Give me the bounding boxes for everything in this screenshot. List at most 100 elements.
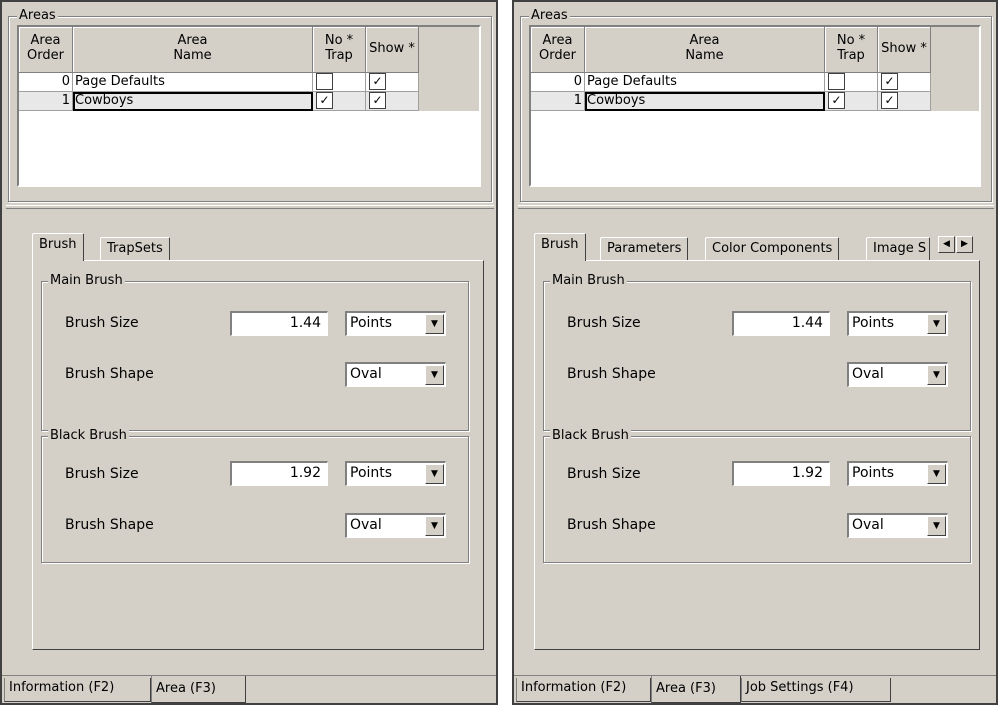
row1-no-trap-cell: ✓: [313, 92, 366, 111]
black-brush-group: Black Brush Brush Size 1.92 Points ▼ Bru…: [41, 428, 469, 563]
tab-area[interactable]: Area (F3): [151, 676, 246, 703]
header-area-name-line2: Name: [685, 48, 724, 63]
row0-show-cell: ✓: [878, 73, 931, 92]
row0-no-trap-cell: [313, 73, 366, 92]
main-brush-shape-select[interactable]: Oval ▼: [847, 362, 948, 387]
check-icon: ✓: [884, 93, 895, 107]
left-area-panel: Areas Area Order Area Name No * Trap Sho…: [0, 0, 498, 705]
splitter[interactable]: [518, 205, 994, 209]
header-no-trap[interactable]: No * Trap: [313, 27, 366, 73]
tab-brush[interactable]: Brush: [32, 233, 84, 261]
areas-group: Areas Area Order Area Name No * Trap Sho…: [8, 8, 492, 202]
tab-scroll-right-icon[interactable]: ▶: [956, 236, 973, 253]
tab-color-components[interactable]: Color Components: [705, 237, 840, 261]
black-brush-shape-select[interactable]: Oval ▼: [847, 513, 948, 538]
header-show-label: Show *: [881, 41, 927, 56]
header-show-label: Show *: [369, 41, 415, 56]
tab-trapsets[interactable]: TrapSets: [100, 237, 170, 261]
header-area-order[interactable]: Area Order: [19, 27, 73, 73]
row0-show-checkbox[interactable]: ✓: [881, 73, 898, 90]
main-brush-shape-label: Brush Shape: [567, 366, 656, 382]
header-area-name-line2: Name: [173, 48, 212, 63]
bottom-tab-line: [2, 675, 496, 676]
chevron-down-icon[interactable]: ▼: [927, 464, 946, 484]
check-icon: ✓: [319, 93, 330, 107]
row1-show-checkbox[interactable]: ✓: [369, 92, 386, 109]
right-area-panel: Areas Area Order Area Name No * Trap Sho…: [512, 0, 998, 705]
chevron-down-icon[interactable]: ▼: [425, 365, 444, 385]
header-area-name-line1: Area: [689, 33, 720, 48]
header-show[interactable]: Show *: [366, 27, 419, 73]
main-brush-unit-select[interactable]: Points ▼: [847, 311, 948, 336]
areas-grid[interactable]: Area Order Area Name No * Trap Show * 0 …: [529, 25, 981, 187]
brush-tab-page: Main Brush Brush Size 1.44 Points ▼ Brus…: [534, 260, 980, 650]
header-show[interactable]: Show *: [878, 27, 931, 73]
black-brush-shape-label: Brush Shape: [65, 517, 154, 533]
chevron-down-icon[interactable]: ▼: [425, 516, 444, 536]
tab-job-settings[interactable]: Job Settings (F4): [741, 678, 891, 702]
main-brush-size-input[interactable]: 1.44: [732, 311, 830, 336]
row1-name[interactable]: Cowboys: [585, 92, 825, 111]
main-brush-unit-select[interactable]: Points ▼: [345, 311, 446, 336]
row1-show-checkbox[interactable]: ✓: [881, 92, 898, 109]
header-blank: [931, 27, 979, 73]
brush-tab-page: Main Brush Brush Size 1.44 Points ▼ Brus…: [32, 260, 484, 650]
header-blank: [419, 27, 479, 73]
black-brush-unit-select[interactable]: Points ▼: [345, 461, 446, 486]
main-brush-unit-value: Points: [852, 315, 895, 331]
main-brush-size-label: Brush Size: [65, 315, 139, 331]
row0-name[interactable]: Page Defaults: [585, 73, 825, 92]
main-brush-size-input[interactable]: 1.44: [230, 311, 328, 336]
splitter[interactable]: [6, 205, 494, 209]
header-no-trap-line2: Trap: [837, 48, 865, 63]
black-brush-shape-value: Oval: [852, 517, 884, 533]
header-no-trap[interactable]: No * Trap: [825, 27, 878, 73]
header-area-order-line1: Area: [542, 33, 573, 48]
black-brush-unit-select[interactable]: Points ▼: [847, 461, 948, 486]
row1-order[interactable]: 1: [531, 92, 585, 111]
row0-order[interactable]: 0: [531, 73, 585, 92]
main-brush-shape-label: Brush Shape: [65, 366, 154, 382]
tab-area[interactable]: Area (F3): [651, 676, 741, 703]
row1-order[interactable]: 1: [19, 92, 73, 111]
row0-show-cell: ✓: [366, 73, 419, 92]
black-brush-size-input[interactable]: 1.92: [230, 461, 328, 486]
tab-information[interactable]: Information (F2): [516, 678, 651, 702]
chevron-down-icon[interactable]: ▼: [927, 365, 946, 385]
chevron-down-icon[interactable]: ▼: [927, 314, 946, 334]
black-brush-unit-value: Points: [350, 465, 393, 481]
tab-scroll-left-icon[interactable]: ◀: [938, 236, 955, 253]
rows-blank: [419, 73, 479, 111]
row0-no-trap-checkbox[interactable]: [828, 73, 845, 90]
header-area-name[interactable]: Area Name: [585, 27, 825, 73]
tab-image[interactable]: Image S: [866, 237, 930, 261]
row1-no-trap-checkbox[interactable]: ✓: [828, 92, 845, 109]
row0-no-trap-checkbox[interactable]: [316, 73, 333, 90]
row0-show-checkbox[interactable]: ✓: [369, 73, 386, 90]
black-brush-size-input[interactable]: 1.92: [732, 461, 830, 486]
header-area-order[interactable]: Area Order: [531, 27, 585, 73]
main-brush-shape-value: Oval: [852, 366, 884, 382]
row1-show-cell: ✓: [366, 92, 419, 111]
chevron-down-icon[interactable]: ▼: [425, 314, 444, 334]
chevron-down-icon[interactable]: ▼: [425, 464, 444, 484]
bottom-tab-line: [514, 675, 996, 676]
row1-no-trap-checkbox[interactable]: ✓: [316, 92, 333, 109]
main-brush-shape-select[interactable]: Oval ▼: [345, 362, 446, 387]
main-brush-unit-value: Points: [350, 315, 393, 331]
header-area-name[interactable]: Area Name: [73, 27, 313, 73]
black-brush-title: Black Brush: [550, 428, 631, 444]
areas-grid[interactable]: Area Order Area Name No * Trap Show * 0 …: [17, 25, 481, 187]
tab-information[interactable]: Information (F2): [4, 678, 151, 702]
black-brush-shape-value: Oval: [350, 517, 382, 533]
row1-name[interactable]: Cowboys: [73, 92, 313, 111]
tab-parameters[interactable]: Parameters: [600, 237, 689, 261]
main-brush-size-label: Brush Size: [567, 315, 641, 331]
check-icon: ✓: [884, 74, 895, 88]
black-brush-shape-select[interactable]: Oval ▼: [345, 513, 446, 538]
row0-name[interactable]: Page Defaults: [73, 73, 313, 92]
tab-brush[interactable]: Brush: [534, 233, 586, 261]
chevron-down-icon[interactable]: ▼: [927, 516, 946, 536]
areas-group-title: Areas: [529, 8, 570, 24]
row0-order[interactable]: 0: [19, 73, 73, 92]
